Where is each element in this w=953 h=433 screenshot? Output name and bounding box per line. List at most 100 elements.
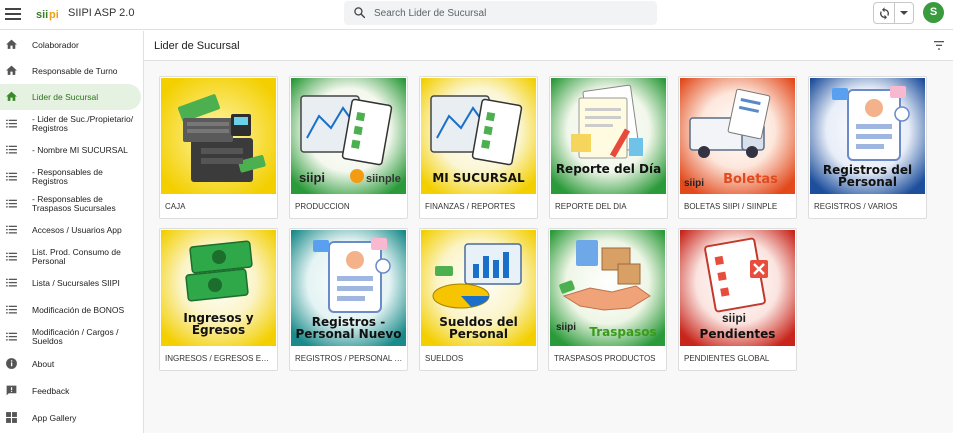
sidebar-item-label: - Nombre MI SUCURSAL [32,144,128,155]
card-image-title: Traspasos [589,325,657,339]
svg-text:siinple: siinple [366,173,401,185]
sidebar-item-label: - Lider de Suc./Propietario/ Registros [32,114,134,133]
card-image-registros: Registros del Personal [810,78,925,194]
sidebar-item-label: - Responsables de Registros [32,167,103,186]
chevron-down-icon[interactable] [900,11,908,15]
list-icon [6,332,17,341]
app-logo: sii pi [36,5,60,26]
top-app-bar: sii pi SIIPI ASP 2.0 S [0,0,953,30]
card-image-title: Reporte del Día [555,162,662,176]
sidebar-item-about[interactable]: About [0,351,141,377]
svg-text:siipi: siipi [299,170,325,185]
card-boletas[interactable]: siipi Boletas BOLETAS SIIPI / SIINPLE [678,76,797,219]
home-icon [6,65,17,75]
card-image-produccion: siipi siinple [291,78,406,194]
card-image-title: MI SUCURSAL [432,171,525,185]
sidebar-item-accesos-usuarios[interactable]: Accesos / Usuarios App [0,217,141,243]
sidebar-item-label: Responsable de Turno [32,65,118,76]
search-input[interactable] [374,5,644,21]
sidebar-item-nombre-mi-sucursal[interactable]: - Nombre MI SUCURSAL [0,137,141,163]
svg-text:siipi: siipi [556,322,576,333]
svg-text:siipi: siipi [684,178,704,189]
card-registros-varios[interactable]: Registros del Personal REGISTROS / VARIO… [808,76,927,219]
card-pendientes-global[interactable]: siipi Pendientes PENDIENTES GLOBAL [678,228,797,371]
sidebar-item-colaborador[interactable]: Colaborador [0,32,141,58]
home-icon [6,39,17,49]
sidebar-item-label: About [32,358,55,369]
sidebar-item-label: Modificación de BONOS [32,304,125,315]
card-caption: PRODUCCION [295,202,350,211]
card-sueldos[interactable]: Sueldos del Personal SUELDOS [419,228,538,371]
sidebar-item-modificacion-bonos[interactable]: Modificación de BONOS [0,297,141,323]
list-icon [6,119,17,128]
home-icon [6,91,17,101]
info-icon [6,358,17,369]
card-traspasos-productos[interactable]: siipi Traspasos TRASPASOS PRODUCTOS [548,228,667,371]
card-caption: REGISTROS / PERSONAL NUEVO [295,354,403,363]
svg-text:pi: pi [49,9,59,21]
filter-icon[interactable] [934,41,944,50]
card-registros-personal-nuevo[interactable]: Registros - Personal Nuevo REGISTROS / P… [289,228,408,371]
page-header: Lider de Sucursal [144,31,953,61]
main-content: Lider de Sucursal CAJA siipi siinple PRO… [144,31,953,433]
list-icon [6,305,17,314]
card-caption: FINANZAS / REPORTES [425,202,516,211]
sidebar-item-responsables-traspasos[interactable]: - Responsables de Traspasos Sucursales [0,191,141,217]
sidebar-item-lider-sucursal[interactable]: Lider de Sucursal [0,84,141,110]
card-produccion[interactable]: siipi siinple PRODUCCION [289,76,408,219]
sidebar-item-responsables-registros[interactable]: - Responsables de Registros [0,164,141,190]
card-image-ingresos: Ingresos y Egresos [161,230,276,346]
sidebar-item-feedback[interactable]: Feedback [0,378,141,404]
card-image-traspasos: siipi Traspasos [550,230,665,346]
sidebar-item-list-prod-consumo[interactable]: List. Prod. Consumo de Personal [0,244,141,270]
card-caption: REGISTROS / VARIOS [814,202,898,211]
card-caption: SUELDOS [425,354,464,363]
sidebar-item-lista-sucursales[interactable]: Lista / Sucursales SIIPI [0,270,141,296]
card-ingresos-egresos[interactable]: Ingresos y Egresos INGRESOS / EGRESOS EX… [159,228,278,371]
card-image-registros-nuevo: Registros - Personal Nuevo [291,230,406,346]
card-image-title: Ingresos y Egresos [183,311,254,337]
card-image-title: Pendientes [699,327,776,341]
list-icon [6,278,17,287]
list-icon [6,199,17,208]
sidebar: Colaborador Responsable de Turno Lider d… [0,31,144,433]
card-caption: TRASPASOS PRODUCTOS [554,354,656,363]
feedback-icon [6,385,17,396]
search-bar[interactable] [344,1,657,25]
sidebar-item-label: Modificación / Cargos / Sueldos [32,327,119,346]
sync-button-group [873,2,914,24]
sidebar-item-label: List. Prod. Consumo de Personal [32,247,121,266]
svg-text:sii: sii [36,9,48,21]
card-finanzas-reportes[interactable]: MI SUCURSAL FINANZAS / REPORTES [419,76,538,219]
user-avatar[interactable]: S [923,2,944,23]
sidebar-item-label: Colaborador [32,39,79,50]
card-image-title: Sueldos del Personal [439,315,518,341]
menu-icon[interactable] [5,6,21,22]
sidebar-item-responsable-turno[interactable]: Responsable de Turno [0,58,141,84]
card-image-sueldos: Sueldos del Personal [421,230,536,346]
card-image-finanzas: MI SUCURSAL [421,78,536,194]
sidebar-item-lider-propietario-registros[interactable]: - Lider de Suc./Propietario/ Registros [0,111,141,137]
sidebar-item-app-gallery[interactable]: App Gallery [0,405,141,431]
card-caption: INGRESOS / EGRESOS EXTRAS [165,354,273,363]
card-caption: CAJA [165,202,186,211]
sidebar-item-label: Lista / Sucursales SIIPI [32,277,120,288]
sidebar-item-label: - Responsables de Traspasos Sucursales [32,194,116,213]
card-image-reporte: Reporte del Día [551,78,666,194]
page-title: Lider de Sucursal [154,40,240,52]
card-caption: BOLETAS SIIPI / SIINPLE [684,202,778,211]
list-icon [6,225,17,234]
card-image-title: Boletas [723,172,778,187]
card-reporte-del-dia[interactable]: Reporte del Día REPORTE DEL DIA [549,76,668,219]
sidebar-item-label: App Gallery [32,412,77,423]
list-icon [6,172,17,181]
sidebar-item-modificacion-cargos[interactable]: Modificación / Cargos / Sueldos [0,324,141,350]
list-icon [6,145,17,154]
search-icon [354,7,366,19]
sync-icon[interactable] [877,6,892,21]
sidebar-item-label: Accesos / Usuarios App [32,224,122,235]
card-image-title: Registros - Personal Nuevo [295,315,402,341]
sidebar-item-label: Lider de Sucursal [32,91,99,102]
card-caja[interactable]: CAJA [159,76,278,219]
card-caption: REPORTE DEL DIA [555,202,627,211]
